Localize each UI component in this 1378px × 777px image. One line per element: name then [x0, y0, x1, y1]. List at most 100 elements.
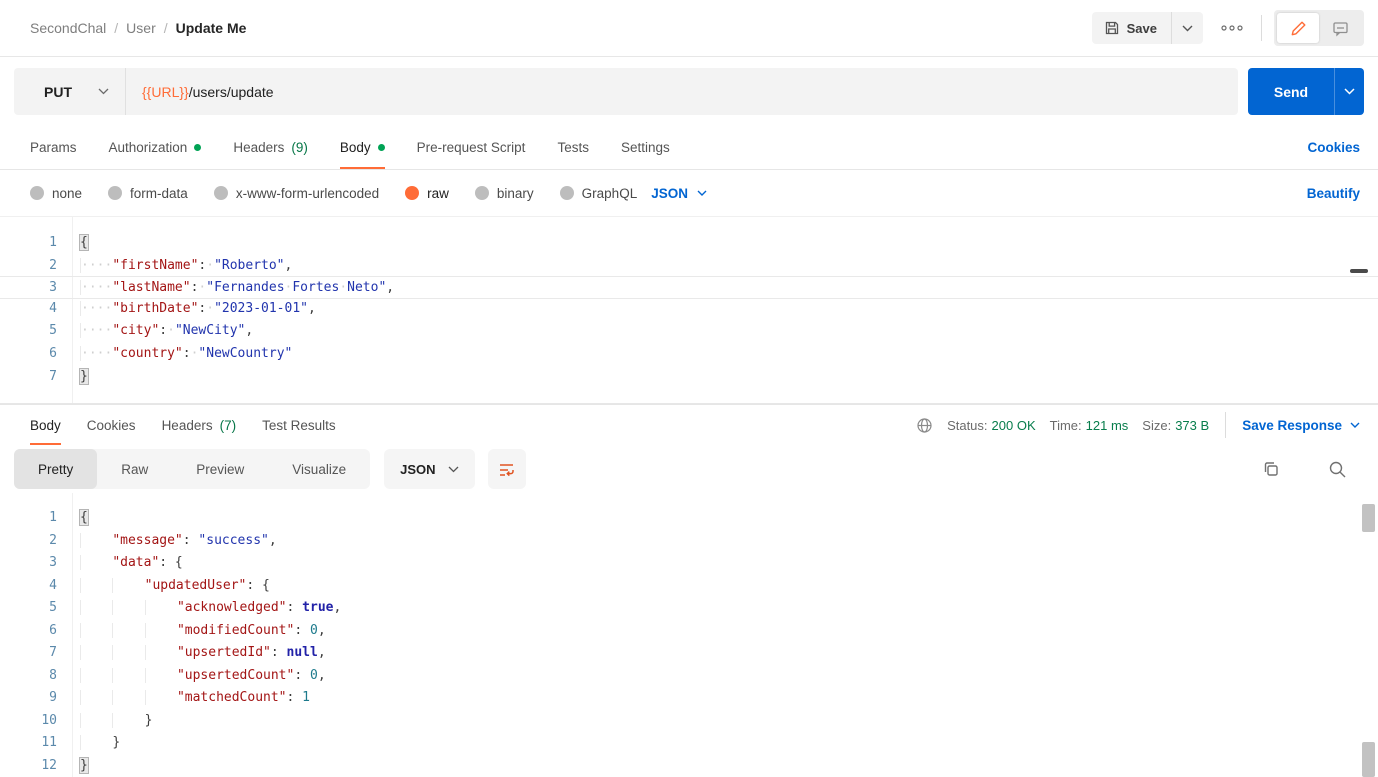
code-line[interactable]: 11 } — [0, 732, 1378, 755]
save-response-dropdown[interactable]: Save Response — [1242, 418, 1360, 433]
code-line[interactable]: 12} — [0, 755, 1378, 777]
line-number: 1 — [49, 235, 57, 250]
tab-headers-label: Headers — [233, 140, 285, 155]
comments-button[interactable] — [1319, 13, 1361, 43]
response-tab-test-results[interactable]: Test Results — [262, 405, 336, 445]
code-token-p: : — [159, 323, 168, 339]
tab-authorization-label: Authorization — [108, 140, 188, 155]
beautify-link[interactable]: Beautify — [1307, 186, 1360, 201]
line-number: 4 — [49, 577, 57, 593]
code-line[interactable]: 6 ····"country":·"NewCountry" — [0, 343, 1378, 366]
code-token-k: "matchedCount" — [176, 690, 287, 705]
code-token-g — [80, 690, 113, 705]
copy-response-button[interactable] — [1254, 453, 1288, 485]
code-token-d: · — [206, 257, 215, 273]
code-token-g — [112, 690, 145, 705]
more-options-button[interactable] — [1215, 12, 1249, 44]
save-options-button[interactable] — [1171, 12, 1203, 44]
headers-count: (9) — [291, 140, 308, 155]
code-line[interactable]: 2 ····"firstName":·"Roberto", — [0, 255, 1378, 278]
code-line[interactable]: 4 "updatedUser": { — [0, 575, 1378, 598]
code-token-k: "message" — [112, 532, 183, 548]
code-line[interactable]: 8 "upsertedCount": 0, — [0, 665, 1378, 688]
breadcrumb-folder[interactable]: User — [126, 20, 156, 36]
response-view-switcher: Pretty Raw Preview Visualize — [14, 449, 371, 489]
breadcrumb-request-name[interactable]: Update Me — [176, 20, 247, 36]
meta-divider — [1225, 412, 1227, 438]
code-line[interactable]: 5 ····"city":·"NewCity", — [0, 320, 1378, 343]
body-type-binary[interactable]: binary — [474, 186, 534, 201]
network-globe-icon[interactable] — [916, 417, 933, 434]
code-token-g — [144, 600, 177, 615]
tab-params[interactable]: Params — [30, 126, 77, 169]
send-button[interactable]: Send — [1248, 68, 1334, 115]
code-token-s: "success" — [198, 532, 269, 548]
breadcrumb-collection[interactable]: SecondChal — [30, 20, 106, 36]
body-type-none[interactable]: none — [30, 186, 82, 201]
tab-headers[interactable]: Headers (9) — [233, 126, 308, 169]
view-preview[interactable]: Preview — [172, 449, 268, 489]
response-tab-headers[interactable]: Headers (7) — [162, 405, 237, 445]
body-type-raw[interactable]: raw — [405, 186, 449, 201]
save-button[interactable]: Save — [1091, 12, 1171, 44]
line-number: 3 — [49, 280, 57, 296]
chevron-down-icon — [98, 88, 109, 95]
code-line[interactable]: 4 ····"birthDate":·"2023-01-01", — [0, 298, 1378, 321]
response-header: Body Cookies Headers (7) Test Results St… — [0, 404, 1378, 445]
code-line[interactable]: 1{ — [0, 507, 1378, 530]
code-token-k: "upsertedCount" — [176, 667, 295, 683]
view-raw[interactable]: Raw — [97, 449, 172, 489]
code-line[interactable]: 7 "upsertedId": null, — [0, 642, 1378, 665]
tab-settings[interactable]: Settings — [621, 126, 670, 169]
raw-format-dropdown[interactable]: JSON — [651, 186, 707, 201]
code-token-p: , — [317, 667, 326, 683]
code-token-g — [80, 577, 113, 593]
code-line[interactable]: 6 "modifiedCount": 0, — [0, 620, 1378, 643]
cookies-link[interactable]: Cookies — [1307, 140, 1360, 155]
response-tab-cookies[interactable]: Cookies — [87, 405, 136, 445]
response-format-dropdown[interactable]: JSON — [384, 449, 475, 489]
radio-icon — [474, 186, 489, 200]
code-line[interactable]: 3 ····"lastName":·"Fernandes·Fortes·Neto"… — [0, 276, 1378, 299]
body-type-form-data[interactable]: form-data — [108, 186, 188, 201]
tab-body[interactable]: Body — [339, 126, 385, 169]
url-path: /users/update — [188, 83, 274, 100]
method-selector[interactable]: PUT — [14, 84, 125, 100]
code-token-k: "upsertedId" — [176, 645, 271, 660]
body-type-urlencoded[interactable]: x-www-form-urlencoded — [213, 186, 379, 201]
request-body-editor[interactable]: 1{2 ····"firstName":·"Roberto", 3 ····"last… — [0, 216, 1378, 404]
code-line[interactable]: 7} — [0, 366, 1378, 389]
wrap-lines-button[interactable] — [487, 449, 526, 489]
tab-body-label: Body — [339, 140, 371, 155]
code-token-g — [144, 622, 177, 638]
url-input[interactable]: {{URL}}/users/update — [142, 84, 274, 100]
view-visualize[interactable]: Visualize — [268, 449, 370, 489]
tab-pre-request-script[interactable]: Pre-request Script — [417, 126, 526, 169]
line-number: 7 — [49, 645, 57, 660]
body-type-graphql[interactable]: GraphQL — [559, 186, 637, 201]
method-label: PUT — [44, 83, 72, 100]
code-line[interactable]: 1{ — [0, 232, 1378, 255]
tab-authorization[interactable]: Authorization — [109, 126, 202, 169]
request-tabs: Params Authorization Headers (9) Body Pr… — [0, 126, 1378, 170]
tab-tests[interactable]: Tests — [557, 126, 589, 169]
radio-icon — [559, 186, 574, 200]
code-line[interactable]: 10 } — [0, 710, 1378, 733]
code-line[interactable]: 2 "message": "success", — [0, 530, 1378, 553]
response-body-editor[interactable]: 1{2 "message": "success", 3 "data": {4 "u… — [0, 493, 1378, 777]
code-token-p: } — [112, 735, 121, 750]
code-token-p: : — [286, 600, 303, 615]
view-pretty[interactable]: Pretty — [14, 449, 98, 489]
code-line[interactable]: 9 "matchedCount": 1 — [0, 687, 1378, 710]
edit-documentation-button[interactable] — [1277, 13, 1319, 43]
code-line[interactable]: 3 "data": { — [0, 552, 1378, 575]
code-token-s: "Fernandes — [206, 280, 285, 296]
line-number: 5 — [49, 600, 57, 615]
code-token-g — [80, 555, 113, 570]
code-line[interactable]: 5 "acknowledged": true, — [0, 597, 1378, 620]
code-token-k: "birthDate" — [112, 300, 199, 316]
code-token-g: ···· — [80, 257, 113, 273]
response-tab-body[interactable]: Body — [30, 405, 61, 445]
send-options-button[interactable] — [1334, 68, 1364, 115]
search-response-button[interactable] — [1320, 453, 1354, 485]
